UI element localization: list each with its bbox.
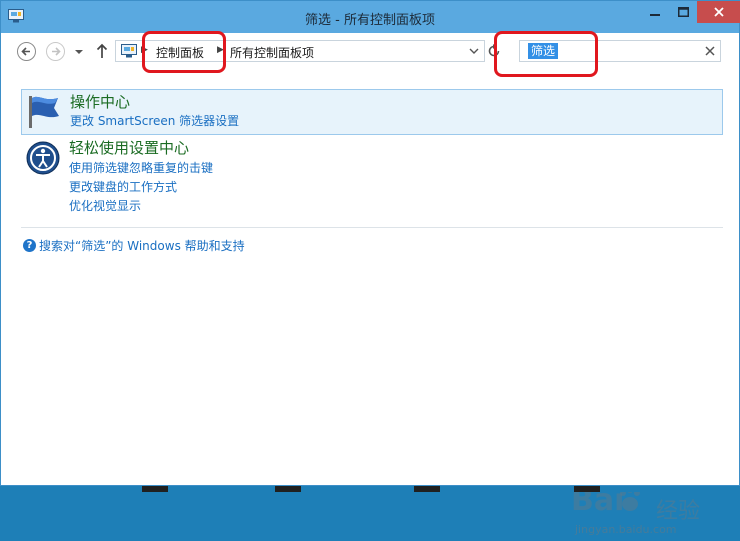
help-link-text[interactable]: 搜索对“筛选”的 Windows 帮助和支持 [39,237,245,254]
minimize-icon [650,14,660,16]
title-bar[interactable]: 筛选 - 所有控制面板项 [1,1,740,33]
watermark-url: jingyan.baidu.com [575,523,677,536]
forward-button[interactable] [46,42,65,61]
close-icon [714,7,724,17]
taskbar-item[interactable] [275,486,301,492]
arrow-right-icon [52,47,61,56]
chevron-down-icon[interactable] [468,45,480,57]
result-title-action-center[interactable]: 操作中心 [70,91,130,112]
link-smartscreen-settings[interactable]: 更改 SmartScreen 筛选器设置 [70,112,239,129]
clear-search-icon[interactable] [704,45,716,57]
taskbar-item[interactable] [414,486,440,492]
help-question-icon: ? [23,238,36,252]
back-button[interactable] [17,42,36,61]
maximize-button[interactable] [669,1,697,23]
up-arrow-icon[interactable] [95,42,109,60]
minimize-button[interactable] [641,1,669,23]
window-title: 筛选 - 所有控制面板项 [305,13,435,28]
taskbar-item[interactable] [142,486,168,492]
result-item-ease-of-access[interactable]: 轻松使用设置中心 使用筛选键忽略重复的击键 更改键盘的工作方式 优化视觉显示 [21,137,723,217]
watermark-cn-text: 经验 [656,499,701,524]
link-keyboard-works[interactable]: 更改键盘的工作方式 [69,178,177,195]
arrow-left-icon [21,47,30,56]
taskbar-item[interactable] [574,486,600,492]
link-filter-keys[interactable]: 使用筛选键忽略重复的击键 [69,159,213,176]
close-button[interactable] [697,1,740,23]
results-pane: 操作中心 更改 SmartScreen 筛选器设置 轻松使用设置中心 使用筛选键… [1,71,739,536]
flag-icon [29,96,59,128]
ease-of-access-icon [26,141,60,175]
result-item-action-center[interactable]: 操作中心 更改 SmartScreen 筛选器设置 [21,89,723,135]
breadcrumb-all-items[interactable]: 所有控制面板项 [230,44,314,61]
control-panel-icon [121,44,137,58]
link-optimize-display[interactable]: 优化视觉显示 [69,197,141,214]
divider [21,227,723,228]
recent-locations-icon[interactable] [74,45,84,59]
result-title-ease-of-access[interactable]: 轻松使用设置中心 [69,137,189,158]
taskbar [0,486,740,492]
windows-help-link[interactable]: ? 搜索对“筛选”的 Windows 帮助和支持 [23,237,245,253]
annotation-highlight-breadcrumb [142,31,226,73]
navigation-bar: ▶ 控制面板 ▶ 所有控制面板项 筛选 [1,33,739,71]
control-panel-window: 筛选 - 所有控制面板项 ▶ 控制面板 ▶ 所有控制面板项 筛选 操作中心 更改… [0,0,740,536]
maximize-icon [677,7,689,17]
